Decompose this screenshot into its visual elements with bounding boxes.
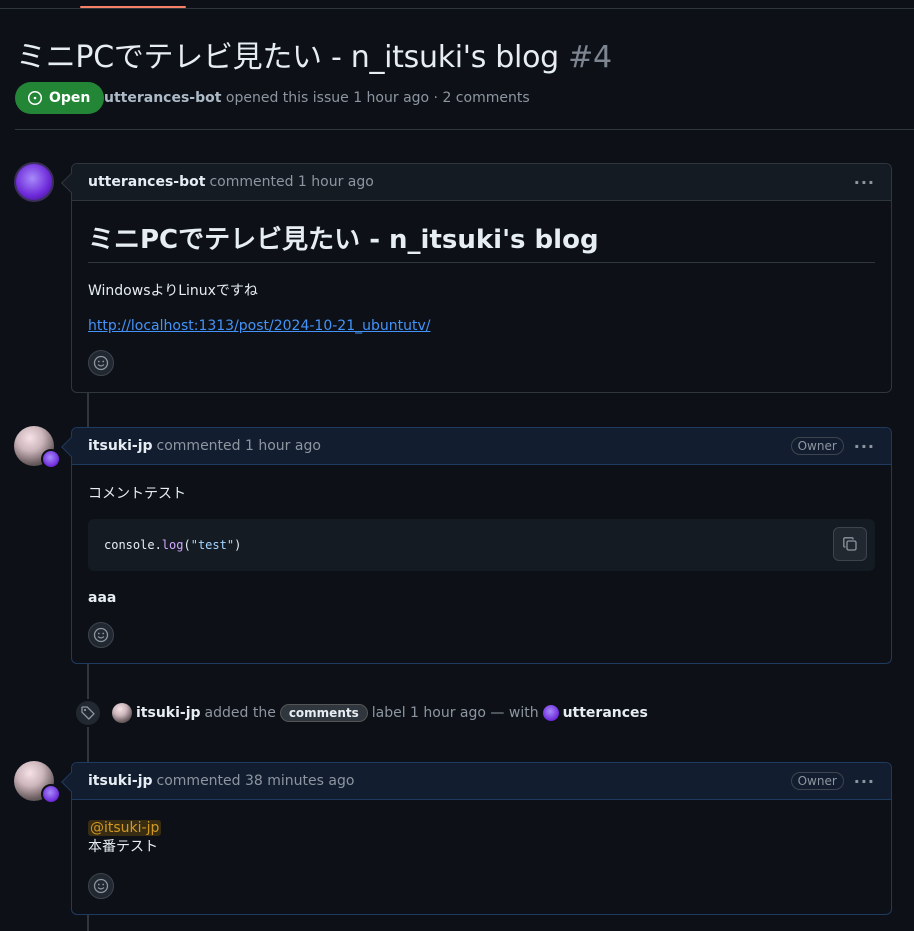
post-link[interactable]: http://localhost:1313/post/2024-10-21_ub… <box>88 318 430 334</box>
event-actor[interactable]: itsuki-jp <box>136 705 201 721</box>
comment-time[interactable]: commented 1 hour ago <box>209 174 373 190</box>
active-tab-indicator <box>80 6 186 8</box>
comment-heading: ミニPCでテレビ見たい - n_itsuki's blog <box>88 219 875 263</box>
smiley-icon <box>93 878 109 894</box>
add-reaction-button[interactable] <box>88 622 114 648</box>
issue-number: #4 <box>568 40 612 75</box>
tag-icon <box>74 699 102 727</box>
kebab-icon[interactable]: ··· <box>854 173 875 192</box>
comment-author[interactable]: utterances-bot <box>88 174 205 190</box>
comment-header: itsuki-jp commented 1 hour ago Owner ··· <box>72 428 891 465</box>
issue-meta-text: opened this issue 1 hour ago · 2 comment… <box>225 90 530 106</box>
comment-author[interactable]: itsuki-jp <box>88 773 153 789</box>
avatar-utterances-bot[interactable] <box>14 162 54 202</box>
smiley-icon <box>93 627 109 643</box>
issue-state-label: Open <box>49 90 91 106</box>
add-reaction-button[interactable] <box>88 350 114 376</box>
comment-time[interactable]: commented 38 minutes ago <box>157 773 355 789</box>
top-nav-bar <box>0 0 914 9</box>
app-badge-icon <box>41 449 61 469</box>
copy-icon <box>843 537 857 551</box>
kebab-icon[interactable]: ··· <box>854 772 875 791</box>
comment-body: コメントテスト console.log("test") aaa <box>72 465 891 664</box>
comment-header: utterances-bot commented 1 hour ago ··· <box>72 164 891 201</box>
issue-state-badge: Open <box>15 82 105 114</box>
comment-body: @itsuki-jp 本番テスト <box>72 800 891 915</box>
event-app[interactable]: utterances <box>563 705 648 721</box>
comment-author[interactable]: itsuki-jp <box>88 438 153 454</box>
code-block: console.log("test") <box>88 519 875 571</box>
issue-meta: utterances-bot opened this issue 1 hour … <box>104 90 530 106</box>
comment-2: itsuki-jp commented 1 hour ago Owner ···… <box>61 427 892 664</box>
comment-time[interactable]: commented 1 hour ago <box>157 438 321 454</box>
smiley-icon <box>93 355 109 371</box>
app-avatar[interactable] <box>542 705 559 721</box>
comment-paragraph: コメントテスト <box>88 486 186 502</box>
label-pill[interactable]: comments <box>279 704 368 722</box>
app-badge-icon <box>41 784 61 804</box>
user-mention[interactable]: @itsuki-jp <box>88 820 162 836</box>
issue-title: ミニPCでテレビ見たい - n_itsuki's blog #4 <box>16 32 612 76</box>
comment-body: ミニPCでテレビ見たい - n_itsuki's blog WindowsよりL… <box>72 201 891 392</box>
event-post-text: label 1 hour ago — with <box>371 705 539 721</box>
kebab-icon[interactable]: ··· <box>854 437 875 456</box>
comment-paragraph: WindowsよりLinuxですね <box>88 283 258 299</box>
header-divider <box>15 129 914 130</box>
issue-opened-icon <box>27 90 43 106</box>
event-pre-text: added the <box>204 705 276 721</box>
event-actor-avatar[interactable] <box>112 703 132 723</box>
comment-bold-text: aaa <box>88 590 117 606</box>
label-event: itsuki-jp added the comments label 1 hou… <box>74 699 652 727</box>
add-reaction-button[interactable] <box>88 873 114 899</box>
issue-title-text: ミニPCでテレビ見たい - n_itsuki's blog <box>16 40 559 75</box>
comment-paragraph: 本番テスト <box>88 839 158 855</box>
owner-badge: Owner <box>790 437 844 455</box>
comment-3: itsuki-jp commented 38 minutes ago Owner… <box>61 762 892 915</box>
issue-author-link[interactable]: utterances-bot <box>104 90 221 106</box>
comment-1: utterances-bot commented 1 hour ago ··· … <box>61 163 892 393</box>
code-line: console.log("test") <box>104 538 242 552</box>
copy-button[interactable] <box>833 527 867 561</box>
comment-header: itsuki-jp commented 38 minutes ago Owner… <box>72 763 891 800</box>
owner-badge: Owner <box>790 772 844 790</box>
